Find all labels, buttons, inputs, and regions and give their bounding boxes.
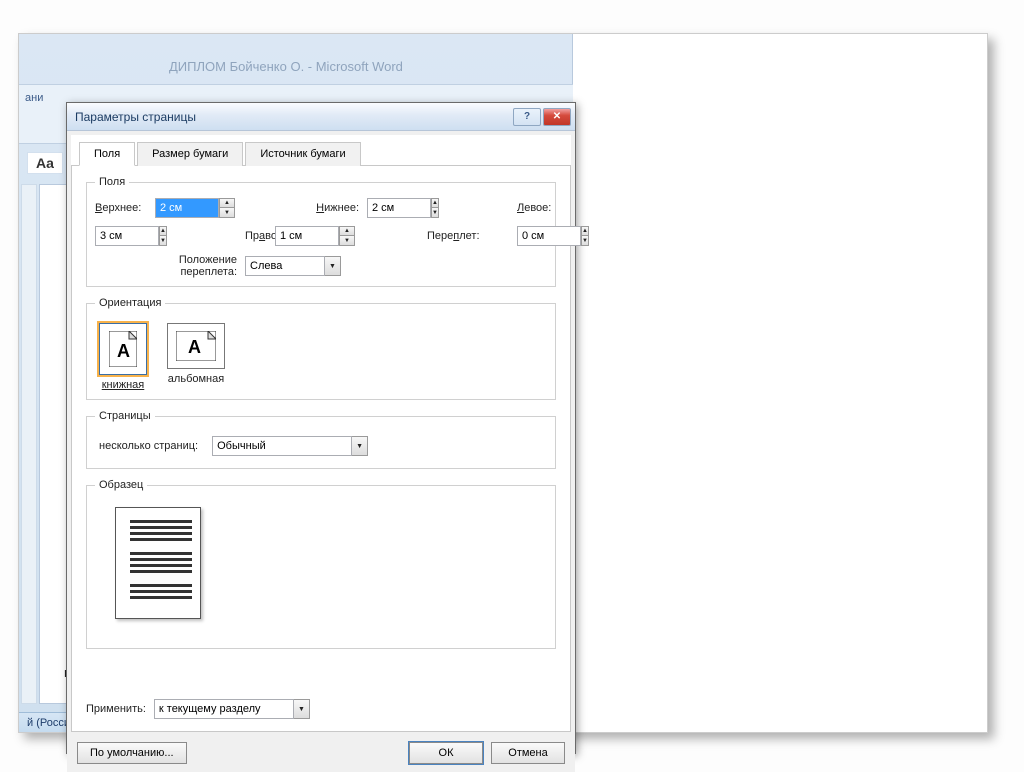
orientation-legend: Ориентация [95, 297, 165, 309]
portrait-label: книжная [99, 379, 147, 391]
left-spin-up[interactable]: ▲ [159, 226, 167, 236]
tab-strip: Поля Размер бумаги Источник бумаги [71, 135, 571, 166]
cancel-button[interactable]: Отмена [491, 742, 565, 764]
top-input[interactable] [155, 198, 219, 218]
gutter-spin-up[interactable]: ▲ [581, 226, 589, 236]
right-input[interactable] [275, 226, 339, 246]
vertical-ruler [21, 184, 37, 704]
pages-legend: Страницы [95, 410, 155, 422]
slide-frame: ДИПЛОМ Бойченко О. - Microsoft Word ани … [18, 33, 988, 733]
multi-pages-select[interactable] [212, 436, 352, 456]
left-spin-down[interactable]: ▼ [159, 236, 167, 246]
bottom-label: Нижнее: [275, 202, 367, 214]
landscape-icon: A [167, 323, 225, 369]
pages-group: Страницы несколько страниц: ▼ [86, 410, 556, 469]
tab-paper-size[interactable]: Размер бумаги [137, 142, 243, 166]
bottom-spin-down[interactable]: ▼ [431, 208, 439, 218]
top-spin-down[interactable]: ▼ [219, 208, 235, 218]
gutter-pos-select[interactable] [245, 256, 325, 276]
multi-pages-label: несколько страниц: [99, 440, 198, 452]
bottom-input[interactable] [367, 198, 431, 218]
tab-margins[interactable]: Поля [79, 142, 135, 166]
apply-label: Применить: [86, 703, 146, 715]
app-title: ДИПЛОМ Бойченко О. - Microsoft Word [169, 59, 403, 74]
svg-text:A: A [188, 337, 201, 357]
apply-dropdown-btn[interactable]: ▼ [294, 699, 310, 719]
dialog-titlebar: Параметры страницы ? ✕ [67, 103, 575, 131]
preview-legend: Образец [95, 479, 147, 491]
page-setup-dialog: Параметры страницы ? ✕ Поля Размер бумаг… [66, 102, 576, 754]
apply-row: Применить: ▼ [86, 699, 310, 719]
gutter-label: Переплет: [427, 230, 517, 242]
close-button[interactable]: ✕ [543, 108, 571, 126]
landscape-label: альбомная [167, 373, 225, 385]
gutter-spin-down[interactable]: ▼ [581, 236, 589, 246]
default-button[interactable]: По умолчанию... [77, 742, 187, 764]
orientation-portrait[interactable]: A книжная [99, 323, 147, 391]
orientation-group: Ориентация A книжная A альбомная [86, 297, 556, 400]
margins-legend: Поля [95, 176, 129, 188]
font-style-sample: Aa [27, 152, 63, 174]
gutter-pos-dropdown-btn[interactable]: ▼ [325, 256, 341, 276]
top-label: Верхнее: [95, 202, 155, 214]
multi-pages-dropdown-btn[interactable]: ▼ [352, 436, 368, 456]
preview-group: Образец [86, 479, 556, 649]
top-spin-up[interactable]: ▲ [219, 198, 235, 208]
dialog-title: Параметры страницы [75, 110, 513, 124]
right-label: Правое: [245, 230, 275, 242]
tab-paper-source[interactable]: Источник бумаги [245, 142, 360, 166]
ribbon-fragment: ани [19, 90, 49, 106]
right-spin-up[interactable]: ▲ [339, 226, 355, 236]
bottom-spin-up[interactable]: ▲ [431, 198, 439, 208]
ok-button[interactable]: ОК [409, 742, 483, 764]
left-label: Левое: [517, 202, 547, 214]
gutter-pos-label: Положение переплета: [155, 254, 245, 278]
margins-group: Поля Верхнее: ▲▼ Нижнее: ▲▼ Левое: [86, 176, 556, 287]
right-spin-down[interactable]: ▼ [339, 236, 355, 246]
apply-select[interactable] [154, 699, 294, 719]
tab-body: Поля Верхнее: ▲▼ Нижнее: ▲▼ Левое: [71, 166, 571, 732]
svg-text:A: A [117, 341, 130, 361]
portrait-icon: A [99, 323, 147, 375]
orientation-landscape[interactable]: A альбомная [167, 323, 225, 391]
gutter-input[interactable] [517, 226, 581, 246]
preview-page-icon [115, 507, 201, 619]
left-input[interactable] [95, 226, 159, 246]
help-button[interactable]: ? [513, 108, 541, 126]
